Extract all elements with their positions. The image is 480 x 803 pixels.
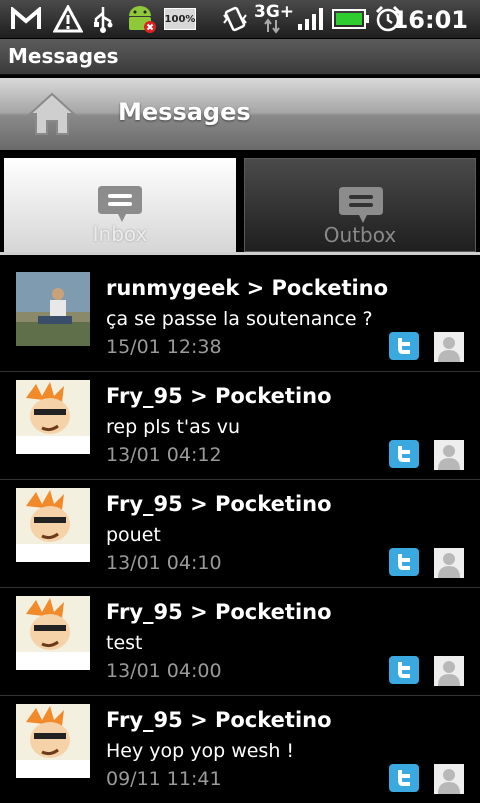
message-sender: Fry_95 > Pocketino: [106, 600, 332, 624]
message-body: Hey yop yop wesh !: [106, 740, 295, 762]
signal-icon: [296, 5, 326, 33]
contact-placeholder-icon[interactable]: [434, 332, 464, 362]
battery-icon: [332, 5, 370, 33]
message-icon: [96, 184, 144, 224]
gmail-icon: [10, 5, 42, 33]
warning-icon: [52, 5, 84, 33]
avatar: [16, 596, 90, 670]
message-date: 13/01 04:00: [106, 660, 222, 682]
list-item[interactable]: Fry_95 > Pocketino rep pls t'as vu 13/01…: [0, 372, 480, 480]
tab-outbox[interactable]: Outbox: [244, 158, 476, 252]
tab-inbox[interactable]: Inbox: [4, 158, 236, 252]
message-sender: Fry_95 > Pocketino: [106, 384, 332, 408]
twitter-icon[interactable]: [389, 548, 419, 576]
twitter-icon[interactable]: [389, 332, 419, 360]
android-debug-icon: [122, 5, 158, 33]
tab-inbox-label: Inbox: [92, 222, 148, 246]
message-icon: [337, 185, 385, 225]
header-title: Messages: [118, 98, 251, 126]
app-title-bar: Messages: [0, 39, 480, 75]
list-item[interactable]: Fry_95 > Pocketino pouet 13/01 04:10: [0, 480, 480, 588]
message-body: test: [106, 632, 143, 654]
message-body: ça se passe la soutenance ?: [106, 308, 373, 330]
tab-outbox-label: Outbox: [323, 223, 397, 247]
list-item[interactable]: Fry_95 > Pocketino Hey yop yop wesh ! 09…: [0, 696, 480, 803]
message-list[interactable]: runmygeek > Pocketino ça se passe la sou…: [0, 264, 480, 803]
contact-placeholder-icon[interactable]: [434, 548, 464, 578]
data-arrows-icon: [262, 18, 282, 34]
usb-icon: [90, 5, 116, 33]
twitter-icon[interactable]: [389, 440, 419, 468]
message-date: 09/11 11:41: [106, 768, 222, 790]
message-body: pouet: [106, 524, 161, 546]
avatar: [16, 704, 90, 778]
message-sender: runmygeek > Pocketino: [106, 276, 389, 300]
twitter-icon[interactable]: [389, 764, 419, 792]
avatar: [16, 488, 90, 562]
message-sender: Fry_95 > Pocketino: [106, 492, 332, 516]
list-item[interactable]: runmygeek > Pocketino ça se passe la sou…: [0, 264, 480, 372]
app-title: Messages: [8, 44, 119, 68]
clock-time: 16:01: [391, 6, 468, 34]
status-bar: 100% 3G+ 16:01: [0, 0, 480, 39]
message-date: 13/01 04:10: [106, 552, 222, 574]
vibrate-icon: [220, 5, 250, 33]
avatar: [16, 272, 90, 346]
home-icon[interactable]: [24, 90, 80, 138]
message-sender: Fry_95 > Pocketino: [106, 708, 332, 732]
message-date: 13/01 04:12: [106, 444, 222, 466]
message-body: rep pls t'as vu: [106, 416, 241, 438]
contact-placeholder-icon[interactable]: [434, 764, 464, 794]
contact-placeholder-icon[interactable]: [434, 656, 464, 686]
message-date: 15/01 12:38: [106, 336, 222, 358]
header-bar: Messages: [0, 78, 480, 150]
avatar: [16, 380, 90, 454]
list-item[interactable]: Fry_95 > Pocketino test 13/01 04:00: [0, 588, 480, 696]
tab-divider: [0, 252, 480, 255]
contact-placeholder-icon[interactable]: [434, 440, 464, 470]
battery-badge-icon: 100%: [164, 8, 196, 30]
twitter-icon[interactable]: [389, 656, 419, 684]
